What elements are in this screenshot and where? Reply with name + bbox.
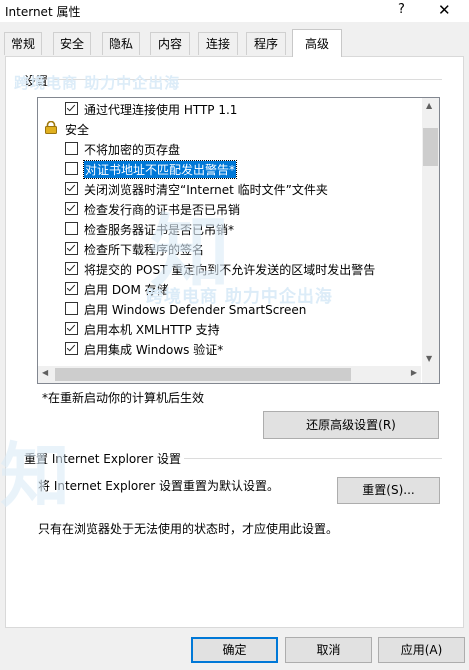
settings-row[interactable]: 启用 Windows Defender SmartScreen	[38, 298, 421, 318]
settings-category: 安全	[38, 118, 421, 138]
settings-row[interactable]: 启用 DOM 存储	[38, 278, 421, 298]
settings-listbox[interactable]: 通过代理连接使用 HTTP 1.1 安全不将加密的页存盘对证书地址不匹配发出警告*…	[37, 97, 440, 384]
checkbox[interactable]	[65, 302, 78, 315]
settings-row[interactable]: 通过代理连接使用 HTTP 1.1	[38, 98, 421, 118]
horizontal-scrollbar[interactable]: ◀ ▶	[38, 366, 421, 383]
settings-row[interactable]: 启用集成 Windows 验证*	[38, 338, 421, 358]
title-bar: Internet 属性 ? ✕	[0, 0, 469, 22]
setting-label: 启用 DOM 存储	[84, 283, 169, 297]
setting-label: 对证书地址不匹配发出警告*	[82, 160, 238, 179]
tab-content[interactable]: 内容	[150, 32, 190, 55]
tab-security[interactable]: 安全	[53, 32, 91, 55]
ok-button[interactable]: 确定	[191, 637, 278, 663]
scroll-corner	[422, 366, 439, 383]
checkbox[interactable]	[65, 262, 78, 275]
close-button[interactable]: ✕	[438, 1, 451, 19]
setting-label: 启用集成 Windows 验证*	[84, 343, 224, 357]
checkbox[interactable]	[65, 342, 78, 355]
settings-row[interactable]: 对证书地址不匹配发出警告*	[38, 158, 421, 179]
reset-heading: 重置 Internet Explorer 设置	[24, 452, 182, 466]
reset-hint: 只有在浏览器处于无法使用的状态时，才应使用此设置。	[38, 522, 339, 536]
settings-label: 设置	[24, 74, 49, 88]
checkbox[interactable]	[65, 282, 78, 295]
setting-label: 关闭浏览器时清空“Internet 临时文件”文件夹	[84, 183, 328, 197]
setting-label: 启用 Windows Defender SmartScreen	[84, 303, 307, 317]
apply-button[interactable]: 应用(A)	[378, 637, 465, 663]
setting-label: 将提交的 POST 重定向到不允许发送的区域时发出警告	[84, 263, 376, 277]
checkbox[interactable]	[65, 202, 78, 215]
restart-note: *在重新启动你的计算机后生效	[42, 391, 205, 405]
settings-rows: 通过代理连接使用 HTTP 1.1 安全不将加密的页存盘对证书地址不匹配发出警告*…	[38, 98, 421, 366]
cancel-button[interactable]: 取消	[285, 637, 372, 663]
reset-divider	[184, 458, 442, 459]
reset-button[interactable]: 重置(S)...	[337, 477, 440, 504]
horizontal-scroll-thumb[interactable]	[55, 368, 351, 381]
category-label: 安全	[65, 123, 90, 137]
setting-label: 检查所下载程序的签名	[84, 243, 205, 257]
checkbox[interactable]	[65, 242, 78, 255]
setting-label: 检查发行商的证书是否已吊销	[84, 203, 241, 217]
tab-programs[interactable]: 程序	[246, 32, 286, 55]
tab-connections[interactable]: 连接	[198, 32, 238, 55]
help-button[interactable]: ?	[398, 2, 405, 17]
setting-label: 通过代理连接使用 HTTP 1.1	[84, 103, 238, 117]
vertical-scroll-thumb[interactable]	[423, 128, 438, 166]
setting-label: 不将加密的页存盘	[84, 143, 181, 157]
scroll-right-icon[interactable]: ▶	[411, 368, 417, 377]
window-title: Internet 属性	[5, 5, 81, 19]
settings-row[interactable]: 检查服务器证书是否已吊销*	[38, 218, 421, 238]
checkbox[interactable]	[65, 162, 78, 175]
checkbox[interactable]	[65, 322, 78, 335]
internet-properties-dialog: Internet 属性 ? ✕ 常规 安全 隐私 内容 连接 程序 高级 设置 …	[0, 0, 469, 670]
setting-label: 检查服务器证书是否已吊销*	[84, 223, 235, 237]
tab-general[interactable]: 常规	[4, 32, 42, 55]
tab-privacy[interactable]: 隐私	[102, 32, 140, 55]
checkbox[interactable]	[65, 182, 78, 195]
checkbox[interactable]	[65, 102, 78, 115]
checkbox[interactable]	[65, 142, 78, 155]
settings-row[interactable]: 将提交的 POST 重定向到不允许发送的区域时发出警告	[38, 258, 421, 278]
settings-row[interactable]: 启用本机 XMLHTTP 支持	[38, 318, 421, 338]
tab-advanced[interactable]: 高级	[292, 29, 342, 57]
settings-row[interactable]: 检查所下载程序的签名	[38, 238, 421, 258]
lock-icon	[44, 120, 58, 134]
settings-row[interactable]: 不将加密的页存盘	[38, 138, 421, 158]
vertical-scrollbar[interactable]: ▲ ▼	[422, 98, 439, 366]
settings-row[interactable]: 关闭浏览器时清空“Internet 临时文件”文件夹	[38, 178, 421, 198]
scroll-down-icon[interactable]: ▼	[426, 354, 432, 363]
reset-description: 将 Internet Explorer 设置重置为默认设置。	[38, 479, 280, 493]
checkbox[interactable]	[65, 222, 78, 235]
setting-label: 启用本机 XMLHTTP 支持	[84, 323, 220, 337]
settings-row[interactable]: 检查发行商的证书是否已吊销	[38, 198, 421, 218]
scroll-up-icon[interactable]: ▲	[426, 101, 432, 110]
restore-advanced-button[interactable]: 还原高级设置(R)	[263, 411, 439, 439]
advanced-panel: 设置 通过代理连接使用 HTTP 1.1 安全不将加密的页存盘对证书地址不匹配发出…	[5, 56, 464, 628]
settings-divider	[54, 79, 442, 80]
scroll-left-icon[interactable]: ◀	[42, 368, 48, 377]
